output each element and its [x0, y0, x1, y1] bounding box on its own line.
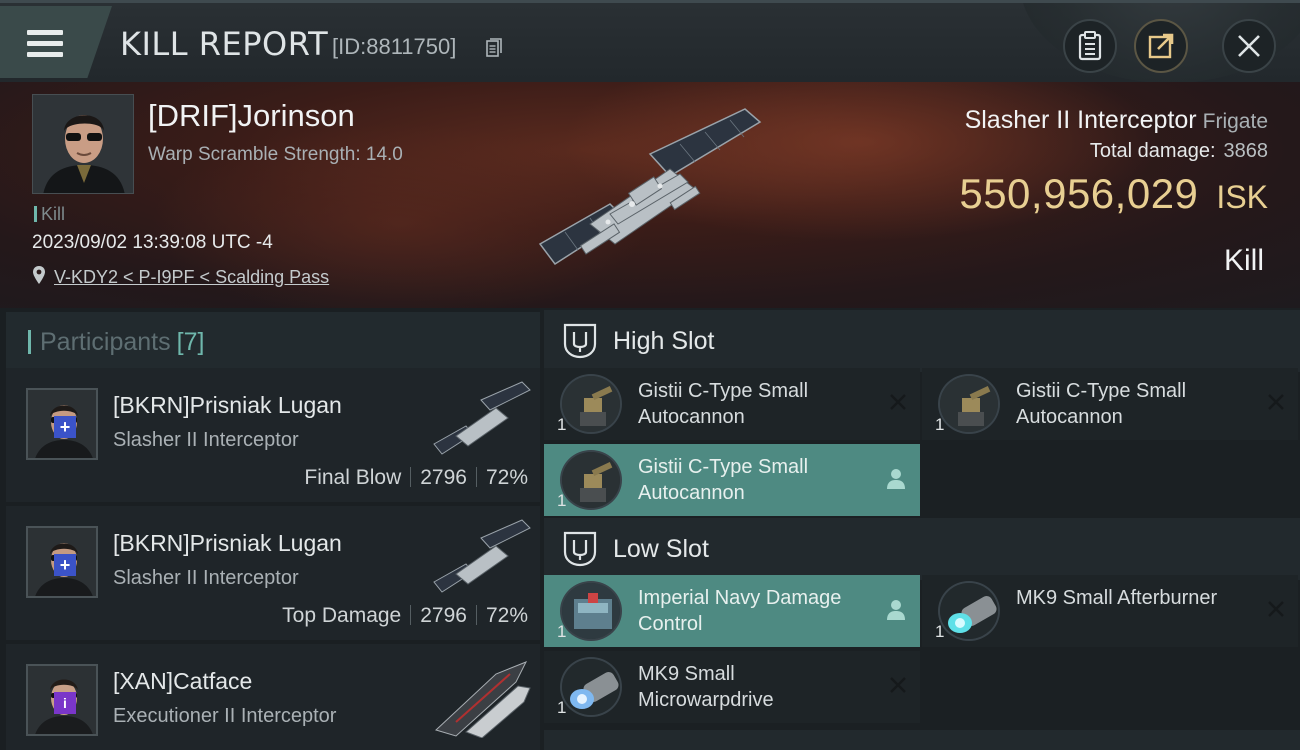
participant-ship-image — [433, 381, 531, 455]
module-quantity: 1 — [557, 491, 567, 510]
header-bar: KILL REPORT [ID:8811750] — [0, 0, 1300, 83]
module-quantity: 1 — [557, 698, 567, 717]
slot-tuning-fork-icon — [563, 323, 597, 359]
scramble-strength: Warp Scramble Strength: 14.0 — [148, 144, 403, 165]
participant-damage: 2796 — [420, 604, 467, 627]
autocannon-icon — [938, 374, 1000, 434]
module-item[interactable]: 1 MK9 Small Microwarpdrive — [544, 651, 920, 723]
low-slot-label: Low Slot — [613, 535, 709, 563]
hamburger-icon[interactable] — [27, 30, 63, 58]
participant-card[interactable]: + [BKRN]Prisniak Lugan Slasher II Interc… — [6, 368, 540, 502]
participant-stats: Final Blow 2796 72% — [304, 466, 528, 490]
total-damage-value: 3868 — [1223, 140, 1269, 162]
microwarpdrive-icon — [560, 657, 622, 717]
plus-badge-icon: + — [54, 554, 76, 576]
victim-name[interactable]: [DRIF]Jorinson — [148, 98, 355, 134]
fitting-panel: High Slot 1 Gistii C-Type Small Autocann… — [540, 308, 1300, 750]
participant-card[interactable]: i [XAN]Catface Executioner II Intercepto… — [6, 644, 540, 750]
avatar — [33, 95, 133, 193]
participant-percent: 72% — [485, 604, 528, 627]
person-icon — [887, 469, 905, 489]
victim-portrait[interactable] — [32, 94, 134, 194]
damage-control-icon — [560, 581, 622, 641]
module-item[interactable]: 1 Gistii C-Type Small Autocannon — [544, 444, 920, 516]
x-mark-icon — [1268, 394, 1284, 410]
participant-ship-image — [435, 661, 531, 738]
low-slot-header: Low Slot — [544, 518, 1300, 580]
close-button[interactable] — [1222, 19, 1276, 73]
participant-ship: Executioner II Interceptor — [113, 705, 337, 727]
info-badge-icon: i — [54, 692, 76, 714]
autocannon-icon — [560, 450, 622, 510]
module-item[interactable]: 1 Gistii C-Type Small Autocannon — [544, 368, 920, 440]
total-damage: Total damage: 3868 — [1090, 140, 1268, 163]
location-pin-icon — [33, 266, 45, 284]
mid-slot-header — [544, 730, 1300, 750]
victim-ship[interactable]: Slasher II Interceptor Frigate — [965, 106, 1268, 135]
clipboard-button[interactable] — [1063, 19, 1117, 73]
afterburner-icon — [938, 581, 1000, 641]
high-slot-label: High Slot — [613, 327, 715, 355]
kill-tag: Kill — [34, 204, 65, 225]
module-quantity: 1 — [935, 415, 945, 434]
menu-button[interactable] — [0, 6, 112, 78]
module-item[interactable]: 1 MK9 Small Afterburner — [922, 575, 1298, 647]
module-item[interactable]: 1 Gistii C-Type Small Autocannon — [922, 368, 1298, 440]
module-name: Gistii C-Type Small Autocannon — [638, 456, 809, 504]
participants-header[interactable]: Participants [7] — [6, 312, 540, 370]
slot-tuning-fork-icon — [563, 531, 597, 567]
module-name: MK9 Small Afterburner — [1016, 587, 1218, 609]
module-quantity: 1 — [557, 622, 567, 641]
participants-count: [7] — [176, 328, 205, 356]
module-quantity: 1 — [935, 622, 945, 641]
participant-ship: Slasher II Interceptor — [113, 567, 299, 589]
autocannon-icon — [560, 374, 622, 434]
participants-panel: Participants [7] + [BKRN]Prisniak Lugan S… — [0, 308, 540, 750]
total-damage-label: Total damage: — [1089, 140, 1216, 162]
kill-timestamp: 2023/09/02 13:39:08 UTC -4 — [32, 232, 273, 253]
high-slot-header: High Slot — [544, 310, 1300, 372]
victim-banner: [DRIF]Jorinson Warp Scramble Strength: 1… — [0, 82, 1300, 308]
result-label: Kill — [1223, 244, 1264, 277]
participant-role: Final Blow — [304, 466, 402, 489]
participant-percent: 72% — [485, 466, 528, 489]
participant-damage: 2796 — [420, 466, 467, 489]
victim-ship-class: Frigate — [1202, 110, 1268, 133]
copy-icon[interactable] — [486, 38, 502, 58]
isk-amount: 550,956,029 — [959, 170, 1199, 217]
module-name: Imperial Navy Damage Control — [638, 587, 842, 635]
module-name: Gistii C-Type Small Autocannon — [638, 380, 809, 428]
module-quantity: 1 — [557, 415, 567, 434]
plus-badge-icon: + — [54, 416, 76, 438]
report-id: [ID:8811750] — [332, 34, 457, 59]
x-mark-icon — [1268, 601, 1284, 617]
page-title: KILL REPORT — [120, 25, 329, 63]
participant-role: Top Damage — [282, 604, 402, 627]
participant-stats: Top Damage 2796 72% — [282, 604, 528, 628]
participants-label: Participants — [40, 328, 171, 356]
ship-image — [538, 108, 762, 266]
location-link[interactable]: V-KDY2 < P-I9PF < Scalding Pass — [54, 267, 329, 288]
isk-unit: ISK — [1216, 179, 1268, 215]
x-mark-icon — [890, 394, 906, 410]
participant-name[interactable]: [XAN]Catface — [113, 668, 252, 695]
clipboard-icon — [1078, 31, 1102, 61]
module-name: MK9 Small Microwarpdrive — [638, 663, 774, 711]
share-icon — [1148, 33, 1174, 59]
participant-name[interactable]: [BKRN]Prisniak Lugan — [113, 530, 342, 557]
close-icon — [1238, 35, 1260, 57]
participant-card[interactable]: + [BKRN]Prisniak Lugan Slasher II Interc… — [6, 506, 540, 640]
participant-ship-image — [433, 519, 531, 593]
person-icon — [887, 600, 905, 620]
x-mark-icon — [890, 677, 906, 693]
victim-ship-name: Slasher II Interceptor — [964, 106, 1197, 134]
participant-ship: Slasher II Interceptor — [113, 429, 299, 451]
isk-value: 550,956,029 ISK — [959, 170, 1268, 218]
module-name: Gistii C-Type Small Autocannon — [1016, 380, 1187, 428]
participant-name[interactable]: [BKRN]Prisniak Lugan — [113, 392, 342, 419]
module-item[interactable]: 1 Imperial Navy Damage Control — [544, 575, 920, 647]
share-button[interactable] — [1134, 19, 1188, 73]
